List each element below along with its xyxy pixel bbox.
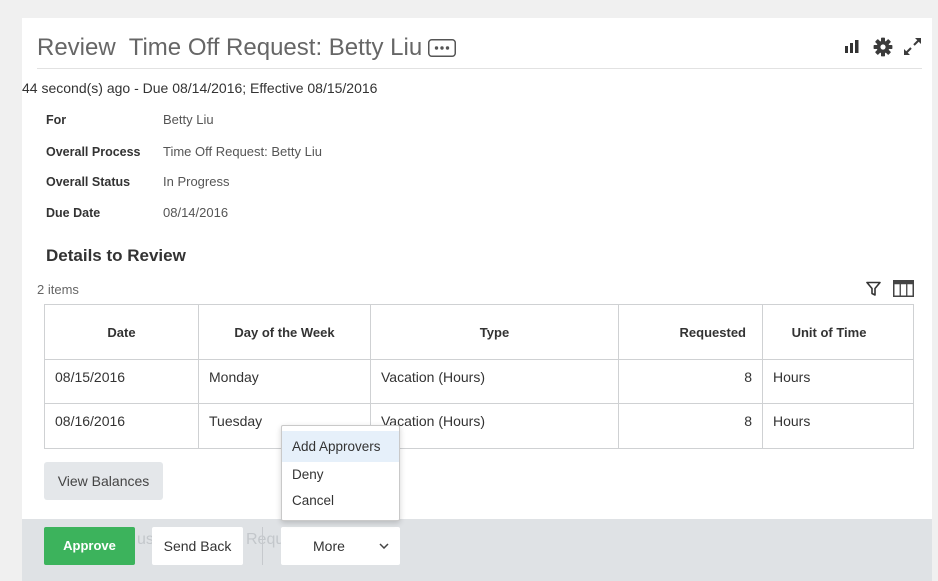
cell-date: 08/15/2016 (44, 359, 199, 404)
action-bar-divider (262, 527, 263, 565)
cell-requested: 8 (618, 359, 763, 404)
cell-unit-of-time: Hours (762, 359, 914, 404)
related-actions-button[interactable] (428, 39, 457, 57)
field-value-overall-status: In Progress (163, 174, 230, 189)
column-header-date[interactable]: Date (44, 304, 199, 360)
gear-icon (873, 37, 893, 57)
send-back-button[interactable]: Send Back (152, 527, 243, 565)
column-chooser-button[interactable] (893, 280, 914, 297)
table-row: 08/15/2016 Monday Vacation (Hours) 8 Hou… (44, 359, 914, 404)
more-button[interactable]: More (281, 527, 400, 565)
filter-icon (866, 281, 881, 296)
item-count: 2 items (37, 282, 79, 297)
subtitle-timestamp: 44 second(s) ago - Due 08/14/2016; Effec… (22, 80, 378, 96)
column-header-type[interactable]: Type (370, 304, 619, 360)
column-header-requested[interactable]: Requested (618, 304, 763, 360)
field-label-for: For (46, 113, 67, 127)
field-value-for: Betty Liu (163, 112, 214, 127)
menu-item-cancel[interactable]: Cancel (282, 488, 399, 514)
chart-view-button[interactable] (845, 40, 860, 53)
column-header-day-of-week[interactable]: Day of the Week (198, 304, 371, 360)
expand-button[interactable] (903, 37, 922, 56)
field-label-overall-status: Overall Status (46, 175, 131, 189)
cell-day-of-week: Monday (198, 359, 371, 404)
more-button-label: More (313, 538, 345, 554)
page-title: Review Time Off Request: Betty Liu (37, 34, 457, 62)
filter-button[interactable] (866, 281, 881, 297)
view-balances-button[interactable]: View Balances (44, 462, 163, 500)
table-row: 08/16/2016 Tuesday Vacation (Hours) 8 Ho… (44, 403, 914, 449)
cell-type: Vacation (Hours) (370, 359, 619, 404)
cell-date: 08/16/2016 (44, 403, 199, 449)
chevron-down-icon (379, 543, 389, 550)
settings-button[interactable] (873, 37, 893, 57)
field-value-due-date: 08/14/2016 (163, 205, 229, 220)
bar-chart-icon (845, 40, 859, 53)
cell-requested: 8 (618, 403, 763, 449)
field-value-overall-process: Time Off Request: Betty Liu (163, 144, 322, 159)
details-heading: Details to Review (46, 246, 186, 265)
cell-unit-of-time: Hours (762, 403, 914, 449)
expand-icon (904, 38, 921, 55)
cell-type: Vacation (Hours) (370, 403, 619, 449)
field-label-due-date: Due Date (46, 206, 101, 220)
approve-button[interactable]: Approve (44, 527, 135, 565)
menu-item-add-approvers[interactable]: Add Approvers (282, 431, 399, 462)
title-divider (37, 68, 922, 69)
table-header-row: Date Day of the Week Type Requested Unit… (44, 304, 914, 360)
more-menu: Add Approvers Deny Cancel (281, 425, 400, 521)
ellipsis-icon (428, 39, 457, 57)
title-review-label: Review (37, 34, 116, 61)
menu-item-deny[interactable]: Deny (282, 462, 399, 488)
columns-icon (893, 280, 914, 297)
details-table: Date Day of the Week Type Requested Unit… (44, 304, 914, 449)
title-text: Time Off Request: Betty Liu (128, 34, 423, 61)
background-text: Requ (246, 531, 285, 548)
column-header-unit-of-time[interactable]: Unit of Time (762, 304, 914, 360)
field-label-overall-process: Overall Process (46, 145, 141, 159)
